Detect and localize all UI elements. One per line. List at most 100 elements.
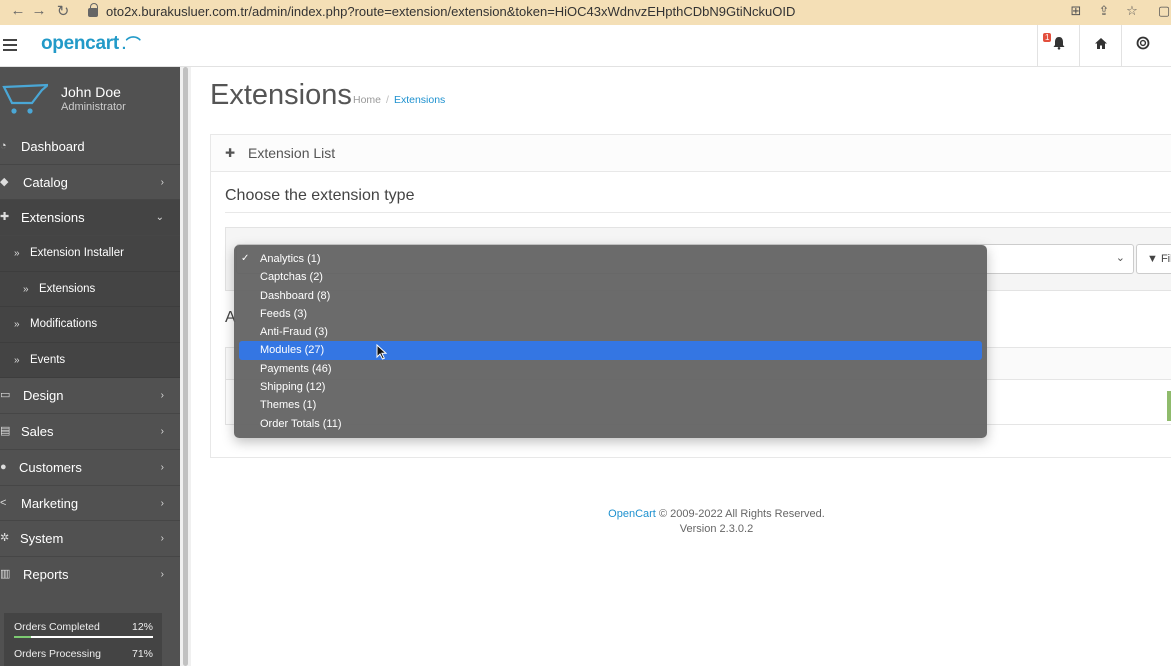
sidebar-item-dashboard[interactable]: ◔ Dashboard [0,129,180,165]
bar-chart-icon: ▥ [0,567,11,580]
sidebar-subitem-label: Extension Installer [30,247,124,260]
chevron-right-icon: › [160,426,164,438]
chevron-right-icon: › [160,533,164,545]
dropdown-option-order-totals[interactable]: Order Totals (11) [239,415,982,433]
lock-icon [88,3,98,17]
extensions-submenu: » Extension Installer » Extensions » Mod… [0,236,180,379]
sidebar-scrollbar[interactable] [180,67,191,666]
option-label: Anti-Fraud (3) [260,326,328,339]
bell-icon [1052,37,1066,54]
sidebar-subitem-events[interactable]: » Events [0,343,180,379]
puzzle-icon: ✚ [225,146,236,160]
stat-orders-completed: Orders Completed 12% [13,613,153,640]
app-header: opencart .⌒ 1 [0,25,1171,67]
double-chevron-icon: » [23,283,29,295]
sidebar-item-sales[interactable]: ▤ Sales › [0,414,180,450]
option-label: Dashboard (8) [260,289,331,302]
sidebar-item-reports[interactable]: ▥ Reports › [0,557,180,593]
tag-icon: ◆ [0,175,9,188]
user-profile[interactable]: John Doe Administrator [0,67,180,129]
home-button[interactable] [1079,25,1121,66]
back-icon[interactable]: ← [8,2,28,19]
sidebar-item-catalog[interactable]: ◆ Catalog › [0,165,180,201]
opencart-logo[interactable]: opencart .⌒ [41,33,141,55]
stat-percent: 12% [131,621,153,633]
option-label: Themes (1) [260,399,317,412]
option-label: Analytics (1) [260,253,321,265]
filter-button[interactable]: ▼ Filt [1136,244,1171,274]
sidebar-subitem-label: Modifications [30,318,98,331]
share-icon[interactable]: ⇪ [1096,3,1112,19]
reload-icon[interactable]: ↻ [53,2,73,20]
notification-badge: 1 [1043,33,1052,42]
option-label: Shipping (12) [260,381,326,394]
dropdown-option-shipping[interactable]: Shipping (12) [239,378,982,396]
action-button-edge[interactable] [1167,391,1171,421]
dropdown-option-captchas[interactable]: Captchas (2) [239,268,982,286]
dropdown-option-anti-fraud[interactable]: Anti-Fraud (3) [239,323,982,341]
help-button[interactable] [1121,25,1163,66]
url-text: oto2x.burakusluer.com.tr/admin/index.php… [106,4,796,19]
dropdown-option-analytics[interactable]: ✓ Analytics (1) [239,250,982,268]
choose-type-heading: Choose the extension type [225,187,415,204]
extension-type-dropdown: ✓ Analytics (1) Captchas (2) Dashboard (8… [234,245,987,438]
profile-role: Administrator [61,101,126,113]
sidebar-subitem-extensions[interactable]: » Extensions [0,272,180,308]
footer-version: Version 2.3.0.2 [679,523,754,535]
sidebar-toggle-icon[interactable]: ▢ [1156,3,1171,19]
sidebar-item-customers[interactable]: ● Customers › [0,450,180,486]
chevron-right-icon: › [160,390,164,402]
footer: OpenCart © 2009-2022 All Rights Reserved… [191,507,1171,537]
filter-label: Filt [1160,253,1171,265]
option-label: Modules (27) [260,344,325,357]
option-label: Order Totals (11) [260,417,342,430]
filter-icon: ▼ [1147,253,1158,265]
sidebar-item-design[interactable]: ▭ Design › [0,378,180,415]
sidebar-subitem-label: Events [30,353,66,366]
share-icon: < [0,496,7,509]
avatar [2,83,48,114]
double-chevron-icon: » [14,354,20,366]
double-chevron-icon: » [14,319,20,331]
sidebar-item-label: Catalog [23,174,68,190]
scrollbar-thumb[interactable] [183,67,188,666]
sidebar-subitem-extension-installer[interactable]: » Extension Installer [0,236,180,272]
checkmark-icon: ✓ [241,253,250,264]
sidebar-item-extensions[interactable]: ✚ Extensions ⌄ [0,200,180,237]
sidebar-subitem-modifications[interactable]: » Modifications [0,307,180,343]
sidebar-item-system[interactable]: ✲ System › [0,521,180,557]
chevron-right-icon: › [160,176,164,188]
breadcrumb-extensions[interactable]: Extensions [394,94,445,106]
bookmark-star-icon[interactable]: ☆ [1124,3,1140,19]
panel-heading: ✚ Extension List [211,135,1171,172]
stat-label: Orders Completed [14,621,100,633]
dropdown-option-payments[interactable]: Payments (46) [239,360,982,378]
sidebar-item-label: Sales [21,424,54,440]
breadcrumb-home[interactable]: Home [353,94,381,106]
sidebar-item-label: Reports [23,566,69,582]
notifications-button[interactable]: 1 [1037,25,1079,66]
footer-brand-link[interactable]: OpenCart [608,508,656,520]
sidebar-item-label: Extensions [21,210,85,226]
dropdown-option-modules[interactable]: Modules (27) [239,341,982,360]
chevron-right-icon: › [160,568,164,580]
footer-copyright: © 2009-2022 All Rights Reserved. [658,508,825,520]
user-icon: ● [0,460,7,473]
dropdown-option-dashboard[interactable]: Dashboard (8) [239,287,982,305]
puzzle-icon: ✚ [0,211,10,224]
dropdown-option-themes[interactable]: Themes (1) [239,396,982,414]
dropdown-option-feeds[interactable]: Feeds (3) [239,305,982,323]
translate-icon[interactable]: ⊞ [1068,3,1084,19]
page-title: Extensions [210,79,352,111]
profile-name: John Doe [61,84,121,100]
cog-icon: ✲ [0,532,10,545]
progress-fill [14,636,31,638]
cart-icon: ▤ [0,425,11,438]
chevron-down-icon: ⌄ [155,212,164,224]
address-bar[interactable]: oto2x.burakusluer.com.tr/admin/index.php… [80,2,1060,22]
menu-toggle-icon[interactable] [3,39,17,51]
chevron-right-icon: › [160,461,164,473]
sidebar-item-marketing[interactable]: < Marketing › [0,486,180,522]
forward-icon[interactable]: → [29,2,49,19]
chevron-down-icon: ⌄ [1115,252,1125,264]
